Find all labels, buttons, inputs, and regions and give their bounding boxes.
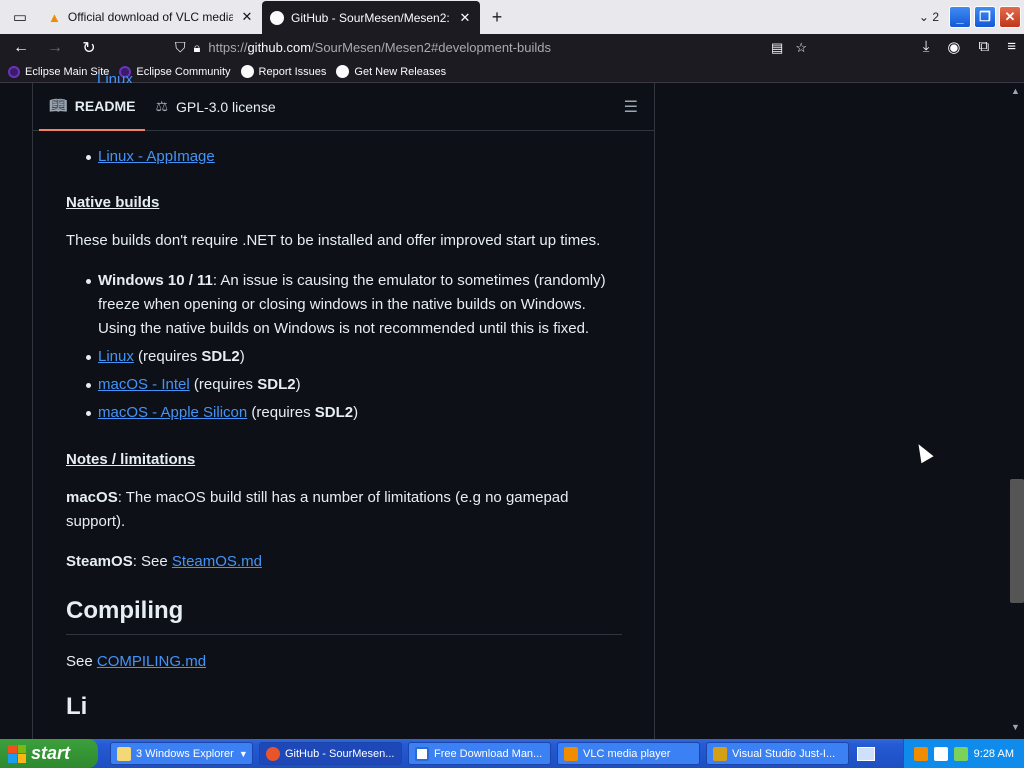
back-button[interactable]: ← bbox=[4, 39, 38, 57]
show-desktop-icon[interactable] bbox=[857, 746, 875, 761]
url-text[interactable]: https://github.com/SourMesen/Mesen2#deve… bbox=[208, 40, 551, 55]
tab-overflow-button[interactable]: ⌄ 2 bbox=[919, 10, 939, 24]
network-tray-icon[interactable] bbox=[953, 746, 968, 761]
license-heading-partial: Li bbox=[66, 693, 88, 720]
taskbar: start 3 Windows Explorer ▼ GitHub - Sour… bbox=[0, 739, 1024, 768]
tab-title: Official download of VLC media pl bbox=[67, 10, 233, 24]
scrollbar-thumb[interactable] bbox=[1010, 479, 1024, 603]
web-page: 📖︎ README ⚖ GPL-3.0 license ☰ Linux Linu… bbox=[0, 71, 1024, 739]
book-icon: 📖︎ bbox=[49, 97, 67, 113]
steamos-link[interactable]: SteamOS.md bbox=[172, 553, 262, 570]
clock[interactable]: 9:28 AM bbox=[974, 748, 1014, 760]
tab-list-icon[interactable]: ▭ bbox=[0, 0, 40, 34]
navigation-bar: ← → ↻ ⛉ 🔒︎ https://github.com/SourMesen/… bbox=[0, 34, 1024, 61]
list-item-macos-silicon: macOS - Apple Silicon (requires SDL2) bbox=[66, 401, 622, 425]
tab-readme[interactable]: 📖︎ README bbox=[39, 83, 146, 131]
eclipse-icon bbox=[8, 65, 20, 78]
page-scrollbar[interactable]: ▲ ▼ bbox=[1007, 83, 1024, 739]
steamos-note: SteamOS: See SteamOS.md bbox=[66, 553, 262, 570]
extensions-icon[interactable]: ⧉ bbox=[979, 38, 990, 56]
taskbar-item-windows-explorer[interactable]: 3 Windows Explorer ▼ bbox=[110, 742, 253, 765]
menu-icon[interactable]: ≡ bbox=[1007, 38, 1016, 56]
chevron-down-icon: ▼ bbox=[238, 748, 248, 759]
start-button[interactable]: start bbox=[0, 739, 98, 768]
browser-tab-vlc[interactable]: ▲ Official download of VLC media pl ✕ bbox=[40, 0, 262, 34]
fdm-icon bbox=[415, 746, 429, 761]
reader-view-icon[interactable]: ▤ bbox=[771, 40, 783, 56]
new-tab-button[interactable]: + bbox=[480, 7, 514, 28]
folder-icon bbox=[117, 746, 131, 761]
scroll-up-arrow-icon[interactable]: ▲ bbox=[1007, 86, 1024, 100]
github-icon bbox=[270, 11, 284, 25]
restore-button[interactable]: ❐ bbox=[974, 6, 996, 28]
taskbar-item-firefox[interactable]: GitHub - SourMesen... bbox=[259, 742, 402, 765]
list-item-windows: Windows 10 / 11: An issue is causing the… bbox=[66, 269, 622, 341]
taskbar-item-visual-studio[interactable]: Visual Studio Just-I... bbox=[706, 742, 849, 765]
tab-title: GitHub - SourMesen/Mesen2: Multi bbox=[291, 11, 451, 25]
browser-tab-bar: ▭ ▲ Official download of VLC media pl ✕ … bbox=[0, 0, 1024, 35]
macos-intel-link[interactable]: macOS - Intel bbox=[98, 376, 190, 393]
visual-studio-icon bbox=[713, 746, 727, 761]
bookmark-eclipse-community[interactable]: Eclipse Community bbox=[119, 65, 231, 78]
close-tab-icon[interactable]: ✕ bbox=[458, 10, 472, 26]
github-icon bbox=[336, 65, 350, 78]
macos-note: macOS: The macOS build still has a numbe… bbox=[66, 489, 569, 530]
native-builds-description: These builds don't require .NET to be in… bbox=[66, 232, 601, 249]
downloads-icon[interactable]: ⤓ bbox=[923, 38, 930, 56]
table-of-contents-icon[interactable]: ☰ bbox=[624, 97, 638, 117]
vlc-cone-icon: ▲ bbox=[48, 9, 61, 25]
forward-button[interactable]: → bbox=[38, 39, 72, 57]
bookmarks-toolbar: Eclipse Main Site Eclipse Community Repo… bbox=[0, 61, 1024, 83]
vlc-tray-icon[interactable] bbox=[913, 746, 928, 761]
windows-flag-icon bbox=[8, 744, 26, 763]
vlc-cone-icon bbox=[564, 746, 578, 761]
list-item: Linux - AppImage bbox=[66, 145, 622, 169]
readme-header: 📖︎ README ⚖ GPL-3.0 license ☰ bbox=[33, 83, 654, 131]
bookmark-eclipse-main-site[interactable]: Eclipse Main Site bbox=[8, 65, 109, 78]
compiling-heading: Compiling bbox=[66, 596, 622, 635]
tab-license[interactable]: ⚖ GPL-3.0 license bbox=[145, 83, 285, 131]
github-icon bbox=[240, 65, 254, 78]
list-item-macos-intel: macOS - Intel (requires SDL2) bbox=[66, 373, 622, 397]
compiling-text: See COMPILING.md bbox=[66, 653, 207, 670]
taskbar-item-free-download-manager[interactable]: Free Download Man... bbox=[408, 742, 551, 765]
macos-silicon-link[interactable]: macOS - Apple Silicon bbox=[98, 404, 247, 421]
fdm-tray-icon[interactable] bbox=[933, 746, 948, 761]
bookmark-report-issues[interactable]: Report Issues bbox=[240, 65, 326, 78]
linux-link[interactable]: Linux bbox=[98, 348, 134, 365]
native-builds-heading: Native builds bbox=[66, 194, 160, 211]
scroll-down-arrow-icon[interactable]: ▼ bbox=[1007, 722, 1024, 736]
close-window-button[interactable]: ✕ bbox=[999, 6, 1021, 28]
readme-body: Linux - AppImage Native builds These bui… bbox=[66, 131, 622, 730]
tracking-protection-icon[interactable]: ⛉ bbox=[175, 39, 186, 56]
notes-heading: Notes / limitations bbox=[66, 451, 196, 468]
compiling-link[interactable]: COMPILING.md bbox=[97, 653, 206, 670]
close-tab-icon[interactable]: ✕ bbox=[240, 9, 254, 25]
system-tray: 9:28 AM bbox=[902, 739, 1024, 768]
minimize-button[interactable]: _ bbox=[949, 6, 971, 28]
bookmark-star-icon[interactable]: ☆ bbox=[795, 40, 807, 56]
lock-icon[interactable]: 🔒︎ bbox=[194, 40, 201, 56]
reload-button[interactable]: ↻ bbox=[72, 38, 106, 58]
account-icon[interactable]: ◉ bbox=[947, 38, 960, 56]
bookmark-get-new-releases[interactable]: Get New Releases bbox=[336, 65, 446, 78]
readme-container: 📖︎ README ⚖ GPL-3.0 license ☰ Linux Linu… bbox=[32, 71, 655, 739]
appimage-link[interactable]: Linux - AppImage bbox=[98, 148, 215, 165]
taskbar-item-vlc[interactable]: VLC media player bbox=[557, 742, 700, 765]
list-item-linux: Linux (requires SDL2) bbox=[66, 345, 622, 369]
address-bar[interactable]: ⛉ 🔒︎ https://github.com/SourMesen/Mesen2… bbox=[175, 36, 815, 59]
law-scale-icon: ⚖ bbox=[155, 98, 169, 114]
firefox-icon bbox=[266, 746, 280, 761]
browser-tab-github[interactable]: GitHub - SourMesen/Mesen2: Multi ✕ bbox=[262, 1, 480, 35]
